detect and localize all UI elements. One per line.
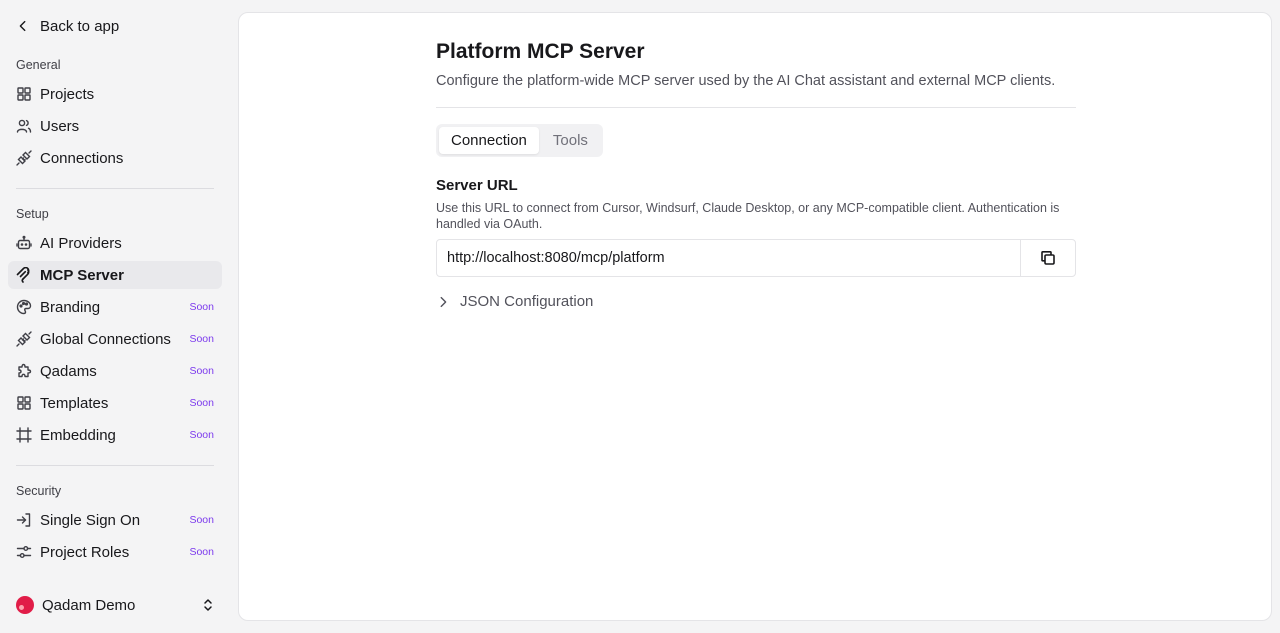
main-panel: Platform MCP Server Configure the platfo… [238,12,1272,621]
server-url-label: Server URL [436,177,518,194]
sidebar-item-users[interactable]: Users [8,112,222,140]
sidebar-item-label: Connections [40,149,124,167]
chevron-up-down-icon [202,598,214,612]
sidebar-item-ai-providers[interactable]: AI Providers [8,229,222,257]
sidebar-item-label: Global Connections [40,330,171,348]
sidebar-item-global-connections[interactable]: Global Connections Soon [8,325,222,353]
soon-badge: Soon [189,397,214,409]
tab-tools[interactable]: Tools [541,127,600,154]
chevron-left-icon [19,20,26,32]
sliders-icon [16,544,32,560]
sidebar-item-connections[interactable]: Connections [8,144,222,172]
login-icon [16,512,32,528]
page-title: Platform MCP Server [436,40,645,63]
section-label-setup: Setup [16,207,49,221]
grid-icon [16,395,32,411]
back-to-app-link[interactable]: Back to app [16,14,119,38]
header-divider [436,107,1076,108]
sidebar-divider [16,188,214,189]
sidebar-item-label: Users [40,117,80,135]
mcp-icon [16,267,32,283]
sidebar-divider [16,465,214,466]
sidebar-item-label: Branding [40,298,101,316]
copy-url-button[interactable] [1020,240,1075,276]
sidebar-item-label: Projects [40,85,95,103]
tab-connection[interactable]: Connection [439,127,539,154]
section-label-general: General [16,58,61,72]
page-content: Platform MCP Server Configure the platfo… [436,39,1076,310]
sidebar-item-single-sign-on[interactable]: Single Sign On Soon [8,506,222,534]
sidebar: Back to app General Projects Users Conne… [0,0,230,633]
soon-badge: Soon [189,365,214,377]
copy-icon [1041,251,1055,265]
json-configuration-label: JSON Configuration [460,293,594,310]
sidebar-item-projects[interactable]: Projects [8,80,222,108]
tab-list: Connection Tools [436,124,603,157]
puzzle-icon [16,363,32,379]
plug-icon [16,150,32,166]
sidebar-item-templates[interactable]: Templates Soon [8,389,222,417]
workspace-avatar [16,596,34,614]
sidebar-item-embedding[interactable]: Embedding Soon [8,421,222,449]
soon-badge: Soon [189,546,214,558]
server-url-value[interactable]: http://localhost:8080/mcp/platform [437,250,1020,266]
soon-badge: Soon [189,301,214,313]
workspace-name: Qadam Demo [42,596,136,614]
grid-icon [16,86,32,102]
json-configuration-toggle[interactable]: JSON Configuration [436,293,1076,310]
sidebar-item-label: Qadams [40,362,97,380]
chevron-right-icon [440,296,447,307]
palette-icon [16,299,32,315]
sidebar-item-label: Embedding [40,426,116,444]
soon-badge: Soon [189,429,214,441]
sidebar-item-label: Project Roles [40,543,130,561]
sidebar-item-label: Single Sign On [40,511,141,529]
server-url-help: Use this URL to connect from Cursor, Win… [436,201,1060,231]
sidebar-item-mcp-server[interactable]: MCP Server [8,261,222,289]
server-url-field: http://localhost:8080/mcp/platform [436,239,1076,277]
sidebar-item-project-roles[interactable]: Project Roles Soon [8,538,222,566]
plug-icon [16,331,32,347]
page-subtitle: Configure the platform-wide MCP server u… [436,73,1056,89]
sidebar-item-label: Templates [40,394,109,412]
sidebar-item-label: AI Providers [40,234,122,252]
sidebar-item-qadams[interactable]: Qadams Soon [8,357,222,385]
back-to-app-label: Back to app [40,17,120,35]
workspace-switcher[interactable]: Qadam Demo [8,592,222,618]
soon-badge: Soon [189,333,214,345]
section-label-security: Security [16,484,62,498]
sidebar-item-branding[interactable]: Branding Soon [8,293,222,321]
sidebar-item-label: MCP Server [40,266,124,284]
soon-badge: Soon [189,514,214,526]
users-icon [16,118,32,134]
hash-icon [16,427,32,443]
bot-icon [16,235,32,251]
